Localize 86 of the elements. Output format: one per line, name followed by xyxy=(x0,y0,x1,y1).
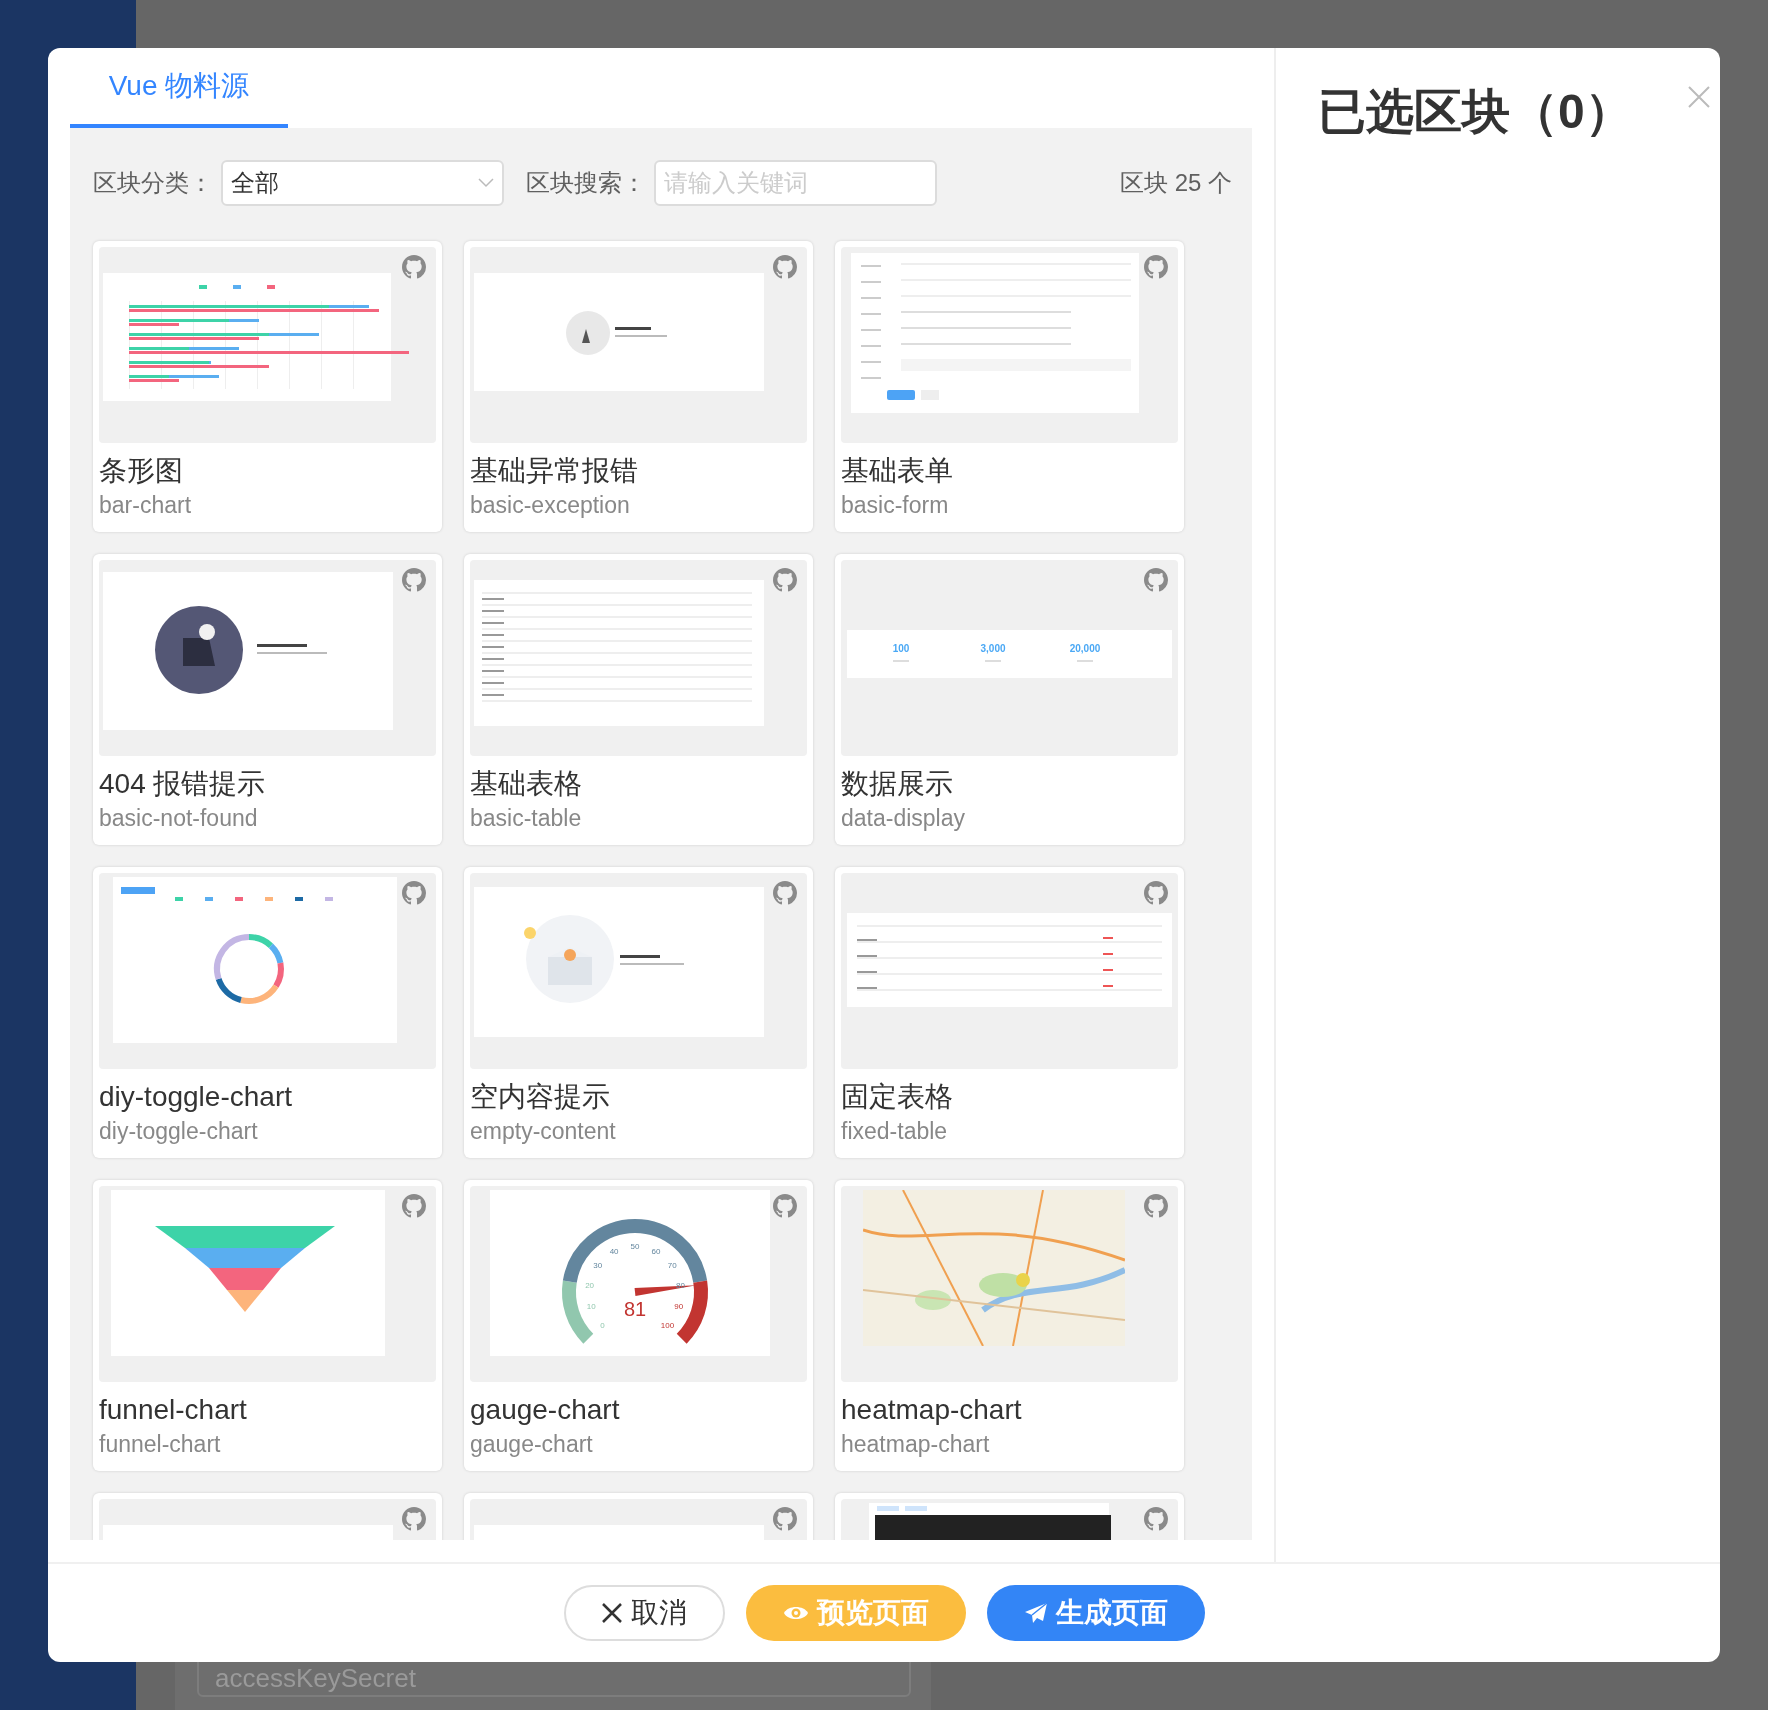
tick-label: 20 xyxy=(585,1280,595,1290)
block-name: basic-form xyxy=(841,491,950,520)
block-card[interactable]: 基础异常报错 basic-exception xyxy=(464,241,813,532)
block-title: 数据展示 xyxy=(841,767,954,801)
legend-swatch xyxy=(295,897,303,901)
chevron-down-icon xyxy=(478,178,494,188)
block-title: 空内容提示 xyxy=(470,1080,611,1114)
cat-silhouette-icon[interactable] xyxy=(773,1507,797,1531)
block-card[interactable]: 100 3,000 20,000 数据展示 data-display xyxy=(835,554,1184,845)
block-title: diy-toggle-chart xyxy=(99,1080,293,1114)
paper-plane-icon xyxy=(1023,1602,1048,1624)
tick-label: 10 xyxy=(586,1302,596,1312)
eye-icon xyxy=(782,1604,809,1622)
block-name: funnel-chart xyxy=(99,1430,222,1459)
cat-silhouette-icon[interactable] xyxy=(773,568,797,592)
block-name: bar-chart xyxy=(99,491,193,520)
legend-swatch xyxy=(235,897,243,901)
legend-swatch xyxy=(205,897,213,901)
cat-silhouette-icon[interactable] xyxy=(1144,255,1168,279)
block-title: funnel-chart xyxy=(99,1393,248,1427)
block-title: gauge-chart xyxy=(470,1393,621,1427)
block-card[interactable]: 空内容提示 empty-content xyxy=(464,867,813,1158)
stat-value: 3,000 xyxy=(980,643,1006,654)
legend-swatch xyxy=(325,897,333,901)
cat-silhouette-icon[interactable] xyxy=(1144,568,1168,592)
block-card[interactable]: funnel-chart funnel-chart xyxy=(93,1180,442,1471)
block-card[interactable]: 404 报错提示 basic-not-found xyxy=(93,554,442,845)
cat-silhouette-icon[interactable] xyxy=(402,1194,426,1218)
stat-value: 100 xyxy=(892,643,910,654)
block-count: 区块 25 个 xyxy=(1119,168,1232,198)
legend-swatch xyxy=(175,897,183,901)
block-name: fixed-table xyxy=(841,1117,949,1146)
block-title: heatmap-chart xyxy=(841,1393,1023,1427)
block-title: 基础异常报错 xyxy=(470,454,639,488)
tick-label: 60 xyxy=(651,1247,661,1256)
tick-label: 50 xyxy=(630,1242,640,1251)
legend-swatch xyxy=(199,285,207,289)
cat-silhouette-icon[interactable] xyxy=(402,568,426,592)
block-card[interactable]: 条形图 bar-chart xyxy=(93,241,442,532)
block-name: data-display xyxy=(841,804,967,833)
toggle-tag xyxy=(121,887,155,894)
block-title: 固定表格 xyxy=(841,1080,954,1114)
block-name: basic-table xyxy=(470,804,583,833)
gauge-value: 81 xyxy=(623,1298,647,1320)
block-title: 基础表单 xyxy=(841,454,954,488)
generate-button[interactable]: 生成页面 xyxy=(986,1585,1205,1641)
close-icon[interactable] xyxy=(1687,85,1711,109)
cat-silhouette-icon[interactable] xyxy=(773,881,797,905)
block-title: 基础表格 xyxy=(470,767,583,801)
category-select[interactable]: 全部 xyxy=(221,160,504,206)
block-card[interactable]: heatmap-chart heatmap-chart xyxy=(835,1180,1184,1471)
filter-label: 区块分类： xyxy=(93,168,213,198)
block-card[interactable]: 固定表格 fixed-table xyxy=(835,867,1184,1158)
filter-label: 区块搜索： xyxy=(526,168,646,198)
block-title: 404 报错提示 xyxy=(99,767,267,801)
tick-label: 0 xyxy=(600,1320,605,1330)
block-card[interactable]: 基础表格 basic-table xyxy=(464,554,813,845)
cat-silhouette-icon[interactable] xyxy=(1144,881,1168,905)
cat-silhouette-icon[interactable] xyxy=(773,255,797,279)
block-name: heatmap-chart xyxy=(841,1430,991,1459)
cat-silhouette-icon[interactable] xyxy=(402,1507,426,1531)
cat-silhouette-icon[interactable] xyxy=(773,1194,797,1218)
panel-title: 已选区块（0） xyxy=(1318,84,1633,140)
block-name: basic-exception xyxy=(470,491,631,520)
cancel-button[interactable]: 取消 xyxy=(563,1585,725,1641)
block-card[interactable]: 基础表单 basic-form xyxy=(835,241,1184,532)
tick-label: 100 xyxy=(660,1320,675,1330)
cat-silhouette-icon[interactable] xyxy=(402,881,426,905)
block-title: 条形图 xyxy=(99,454,184,488)
tick-label: 30 xyxy=(593,1261,603,1270)
tick-label: 70 xyxy=(667,1261,677,1270)
cat-silhouette-icon[interactable] xyxy=(402,255,426,279)
block-card[interactable]: diy-toggle-chart diy-toggle-chart xyxy=(93,867,442,1158)
block-name: empty-content xyxy=(470,1117,617,1146)
tick-label: 90 xyxy=(674,1302,684,1312)
close-icon xyxy=(601,1602,623,1624)
block-name: diy-toggle-chart xyxy=(99,1117,259,1146)
cat-silhouette-icon[interactable] xyxy=(1144,1194,1168,1218)
legend-swatch xyxy=(233,285,241,289)
legend-swatch xyxy=(267,285,275,289)
cat-silhouette-icon[interactable] xyxy=(1144,1507,1168,1531)
stat-value: 20,000 xyxy=(1069,643,1101,654)
block-name: basic-not-found xyxy=(99,804,259,833)
legend-swatch xyxy=(265,897,273,901)
tick-label: 40 xyxy=(609,1247,619,1256)
block-name: gauge-chart xyxy=(470,1430,594,1459)
